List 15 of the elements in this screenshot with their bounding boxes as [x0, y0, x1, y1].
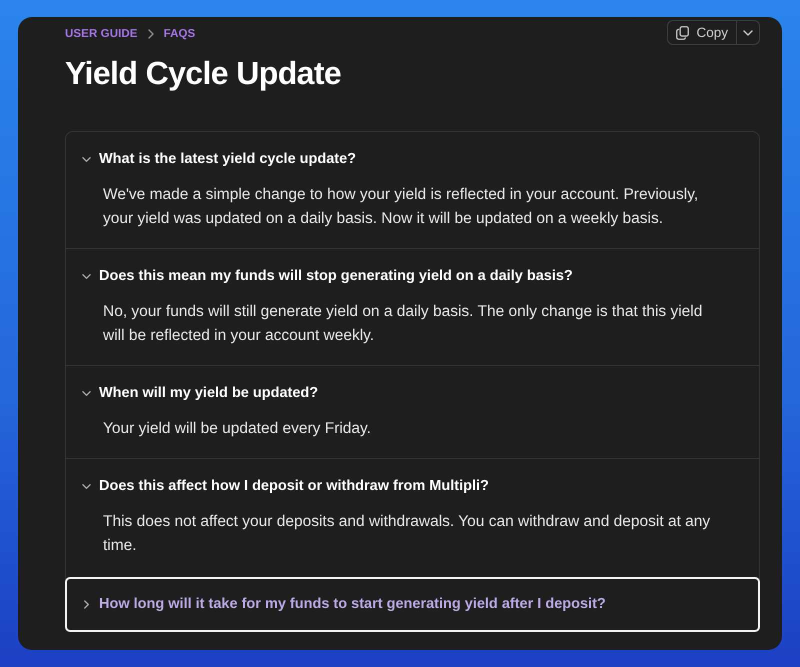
faq-answer: This does not affect your deposits and withdrawals. You can withdraw and deposit at any time.	[103, 512, 712, 556]
caret-icon	[743, 30, 753, 36]
breadcrumb-link[interactable]: FAQS	[164, 28, 196, 40]
copy-icon	[676, 26, 690, 40]
faq-answer: We've made a simple change to how your yield is reflected in your account. Previously, your yield was updated on a daily basis. Now it will be updated on a weekly basis.	[103, 185, 700, 229]
breadcrumb-link[interactable]: USER GUIDE	[65, 28, 138, 40]
chevron-right-icon	[148, 29, 154, 39]
faq-question[interactable]: How long will it take for my funds to start generating yield after I deposit?	[82, 593, 606, 615]
faq-question[interactable]: Does this mean my funds will stop generating yield on a daily basis?	[82, 265, 573, 287]
faq-answer: No, your funds will still generate yield on a daily basis. The only change is that this yield will be reflected in your account weekly.	[103, 302, 704, 346]
faq-question[interactable]: Does this affect how I deposit or withdraw from Multipli?	[82, 475, 489, 497]
faq-question[interactable]: When will my yield be updated?	[82, 382, 318, 404]
page-title: Yield Cycle Update	[65, 54, 342, 93]
faq-question[interactable]: What is the latest yield cycle update?	[82, 148, 356, 170]
faq-answer: Your yield will be updated every Friday.	[103, 419, 372, 439]
